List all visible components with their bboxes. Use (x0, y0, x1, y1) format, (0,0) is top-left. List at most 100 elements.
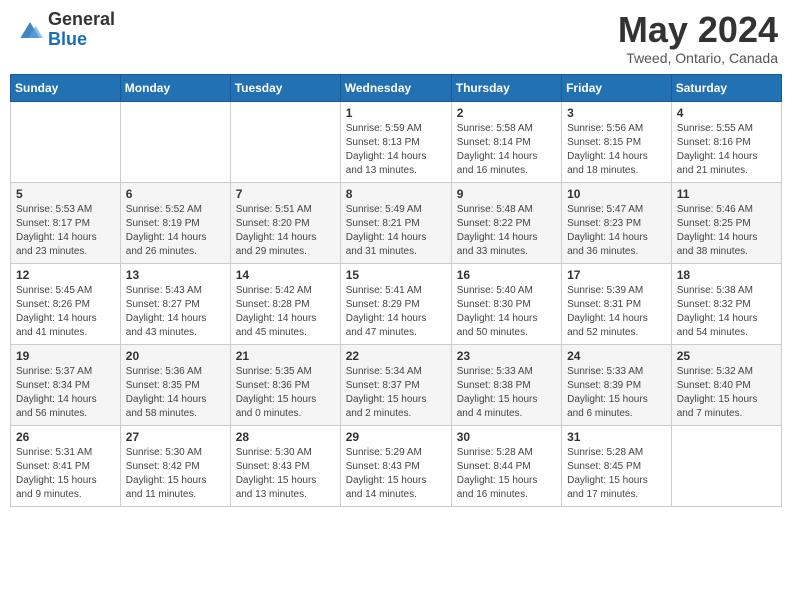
calendar-table: SundayMondayTuesdayWednesdayThursdayFrid… (10, 74, 782, 507)
day-info: Sunrise: 5:48 AM Sunset: 8:22 PM Dayligh… (457, 203, 556, 259)
day-info: Sunrise: 5:36 AM Sunset: 8:35 PM Dayligh… (126, 365, 225, 421)
calendar-cell: 28Sunrise: 5:30 AM Sunset: 8:43 PM Dayli… (230, 425, 340, 506)
day-info: Sunrise: 5:30 AM Sunset: 8:42 PM Dayligh… (126, 446, 225, 502)
day-info: Sunrise: 5:33 AM Sunset: 8:38 PM Dayligh… (457, 365, 556, 421)
day-number: 16 (457, 268, 556, 282)
calendar-cell: 17Sunrise: 5:39 AM Sunset: 8:31 PM Dayli… (562, 263, 672, 344)
calendar-cell: 1 Sunrise: 5:59 AM Sunset: 8:13 PM Daylig… (340, 101, 451, 182)
title-block: May 2024 Tweed, Ontario, Canada (618, 10, 778, 66)
calendar-cell: 19 Sunrise: 5:37 AM Sunset: 8:34 PM Dayli… (11, 344, 121, 425)
day-number: 14 (236, 268, 335, 282)
calendar-cell: 26 Sunrise: 5:31 AM Sunset: 8:41 PM Dayli… (11, 425, 121, 506)
day-info: Sunrise: 5:52 AM Sunset: 8:19 PM Dayligh… (126, 203, 225, 259)
calendar-cell: 15Sunrise: 5:41 AM Sunset: 8:29 PM Dayli… (340, 263, 451, 344)
day-number: 23 (457, 349, 556, 363)
day-info: Sunrise: 5:31 AM Sunset: 8:41 PM Dayligh… (16, 446, 115, 502)
day-number: 20 (126, 349, 225, 363)
day-info: Sunrise: 5:32 AM Sunset: 8:40 PM Dayligh… (677, 365, 776, 421)
day-number: 26 (16, 430, 115, 444)
day-number: 1 (346, 106, 446, 120)
calendar-cell: 29Sunrise: 5:29 AM Sunset: 8:43 PM Dayli… (340, 425, 451, 506)
weekday-header-wednesday: Wednesday (340, 74, 451, 101)
day-info: Sunrise: 5:28 AM Sunset: 8:44 PM Dayligh… (457, 446, 556, 502)
calendar-cell: 11 Sunrise: 5:46 AM Sunset: 8:25 PM Dayli… (671, 182, 781, 263)
day-number: 12 (16, 268, 115, 282)
day-number: 10 (567, 187, 666, 201)
calendar-cell (120, 101, 230, 182)
calendar-cell: 7 Sunrise: 5:51 AM Sunset: 8:20 PM Daylig… (230, 182, 340, 263)
day-info: Sunrise: 5:51 AM Sunset: 8:20 PM Dayligh… (236, 203, 335, 259)
page-header: General Blue May 2024 Tweed, Ontario, Ca… (10, 10, 782, 66)
logo-text: General Blue (48, 10, 115, 50)
day-number: 4 (677, 106, 776, 120)
day-info: Sunrise: 5:47 AM Sunset: 8:23 PM Dayligh… (567, 203, 666, 259)
weekday-header-thursday: Thursday (451, 74, 561, 101)
calendar-cell: 3Sunrise: 5:56 AM Sunset: 8:15 PM Daylig… (562, 101, 672, 182)
calendar-cell: 8Sunrise: 5:49 AM Sunset: 8:21 PM Daylig… (340, 182, 451, 263)
calendar-cell: 20 Sunrise: 5:36 AM Sunset: 8:35 PM Dayli… (120, 344, 230, 425)
location: Tweed, Ontario, Canada (618, 50, 778, 66)
day-number: 11 (677, 187, 776, 201)
day-number: 17 (567, 268, 666, 282)
logo-general: General (48, 10, 115, 30)
calendar-header: SundayMondayTuesdayWednesdayThursdayFrid… (11, 74, 782, 101)
day-number: 29 (346, 430, 446, 444)
calendar-cell: 6 Sunrise: 5:52 AM Sunset: 8:19 PM Daylig… (120, 182, 230, 263)
day-number: 9 (457, 187, 556, 201)
day-number: 28 (236, 430, 335, 444)
day-info: Sunrise: 5:38 AM Sunset: 8:32 PM Dayligh… (677, 284, 776, 340)
weekday-row: SundayMondayTuesdayWednesdayThursdayFrid… (11, 74, 782, 101)
calendar-cell: 21 Sunrise: 5:35 AM Sunset: 8:36 PM Dayli… (230, 344, 340, 425)
calendar-cell: 12 Sunrise: 5:45 AM Sunset: 8:26 PM Dayli… (11, 263, 121, 344)
day-number: 31 (567, 430, 666, 444)
day-number: 2 (457, 106, 556, 120)
day-number: 22 (346, 349, 446, 363)
calendar-cell: 10 Sunrise: 5:47 AM Sunset: 8:23 PM Dayli… (562, 182, 672, 263)
day-number: 25 (677, 349, 776, 363)
calendar-cell: 14 Sunrise: 5:42 AM Sunset: 8:28 PM Dayli… (230, 263, 340, 344)
weekday-header-saturday: Saturday (671, 74, 781, 101)
calendar-cell (230, 101, 340, 182)
calendar-cell: 13 Sunrise: 5:43 AM Sunset: 8:27 PM Dayli… (120, 263, 230, 344)
weekday-header-tuesday: Tuesday (230, 74, 340, 101)
calendar-cell: 9 Sunrise: 5:48 AM Sunset: 8:22 PM Daylig… (451, 182, 561, 263)
day-info: Sunrise: 5:42 AM Sunset: 8:28 PM Dayligh… (236, 284, 335, 340)
day-info: Sunrise: 5:41 AM Sunset: 8:29 PM Dayligh… (346, 284, 446, 340)
day-info: Sunrise: 5:43 AM Sunset: 8:27 PM Dayligh… (126, 284, 225, 340)
day-info: Sunrise: 5:37 AM Sunset: 8:34 PM Dayligh… (16, 365, 115, 421)
day-info: Sunrise: 5:46 AM Sunset: 8:25 PM Dayligh… (677, 203, 776, 259)
calendar-cell (671, 425, 781, 506)
calendar-cell: 4Sunrise: 5:55 AM Sunset: 8:16 PM Daylig… (671, 101, 781, 182)
day-info: Sunrise: 5:59 AM Sunset: 8:13 PM Dayligh… (346, 122, 446, 178)
week-row-1: 1 Sunrise: 5:59 AM Sunset: 8:13 PM Daylig… (11, 101, 782, 182)
day-info: Sunrise: 5:35 AM Sunset: 8:36 PM Dayligh… (236, 365, 335, 421)
day-info: Sunrise: 5:58 AM Sunset: 8:14 PM Dayligh… (457, 122, 556, 178)
calendar-cell: 18Sunrise: 5:38 AM Sunset: 8:32 PM Dayli… (671, 263, 781, 344)
day-number: 24 (567, 349, 666, 363)
weekday-header-sunday: Sunday (11, 74, 121, 101)
week-row-5: 26 Sunrise: 5:31 AM Sunset: 8:41 PM Dayli… (11, 425, 782, 506)
weekday-header-monday: Monday (120, 74, 230, 101)
calendar-cell: 30Sunrise: 5:28 AM Sunset: 8:44 PM Dayli… (451, 425, 561, 506)
day-number: 6 (126, 187, 225, 201)
calendar-cell: 5Sunrise: 5:53 AM Sunset: 8:17 PM Daylig… (11, 182, 121, 263)
day-number: 19 (16, 349, 115, 363)
calendar-cell: 24 Sunrise: 5:33 AM Sunset: 8:39 PM Dayli… (562, 344, 672, 425)
calendar-cell: 22 Sunrise: 5:34 AM Sunset: 8:37 PM Dayli… (340, 344, 451, 425)
logo-blue: Blue (48, 30, 115, 50)
logo: General Blue (14, 10, 115, 50)
day-number: 5 (16, 187, 115, 201)
day-number: 13 (126, 268, 225, 282)
day-number: 8 (346, 187, 446, 201)
month-title: May 2024 (618, 10, 778, 50)
calendar-cell (11, 101, 121, 182)
calendar-body: 1 Sunrise: 5:59 AM Sunset: 8:13 PM Daylig… (11, 101, 782, 506)
day-info: Sunrise: 5:45 AM Sunset: 8:26 PM Dayligh… (16, 284, 115, 340)
day-info: Sunrise: 5:33 AM Sunset: 8:39 PM Dayligh… (567, 365, 666, 421)
weekday-header-friday: Friday (562, 74, 672, 101)
calendar-cell: 2 Sunrise: 5:58 AM Sunset: 8:14 PM Daylig… (451, 101, 561, 182)
day-number: 7 (236, 187, 335, 201)
week-row-3: 12 Sunrise: 5:45 AM Sunset: 8:26 PM Dayli… (11, 263, 782, 344)
day-info: Sunrise: 5:34 AM Sunset: 8:37 PM Dayligh… (346, 365, 446, 421)
day-number: 21 (236, 349, 335, 363)
